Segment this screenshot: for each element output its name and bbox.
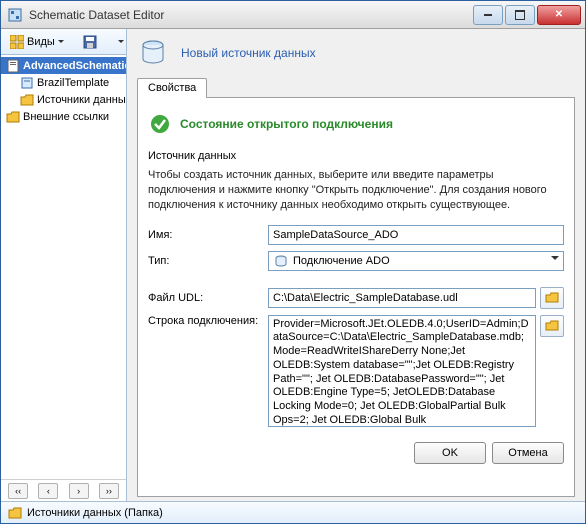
nav-prev-button[interactable]: ‹ (38, 483, 58, 499)
template-icon (19, 75, 35, 91)
database-icon (273, 253, 289, 269)
nav-first-button[interactable]: ‹‹ (8, 483, 28, 499)
sidebar-nav: ‹‹ ‹ › ›› (1, 479, 126, 501)
udl-input[interactable] (268, 288, 536, 308)
tree-item-root[interactable]: AdvancedSchematic (1, 57, 126, 74)
connection-status-row: Состояние открытого подключения (148, 112, 564, 136)
chevron-down-icon (58, 38, 65, 45)
connstr-row: Строка подключения: Provider=Microsoft.J… (148, 315, 564, 430)
chevron-down-icon (551, 256, 559, 264)
edit-connstr-button[interactable] (540, 315, 564, 337)
tree-item-label: AdvancedSchematic (23, 60, 126, 72)
dialog-buttons: OK Отмена (148, 442, 564, 464)
folder-icon (19, 92, 35, 108)
tab-strip: Свойства (137, 77, 575, 98)
folder-open-icon (545, 291, 559, 305)
chevron-down-icon (118, 38, 125, 45)
title-bar: Schematic Dataset Editor (1, 1, 585, 29)
tree-item-external-links[interactable]: Внешние ссылки (1, 108, 126, 125)
status-bar-text: Источники данных (Папка) (27, 507, 163, 519)
name-label: Имя: (148, 229, 268, 241)
browse-udl-button[interactable] (540, 287, 564, 309)
content-header: Новый источник данных (137, 37, 575, 69)
window-buttons (471, 5, 581, 25)
folder-icon (7, 505, 23, 521)
close-button[interactable] (537, 5, 581, 25)
type-value: Подключение ADO (293, 255, 390, 267)
nav-next-button[interactable]: › (69, 483, 89, 499)
maximize-button[interactable] (505, 5, 535, 25)
main-split: Виды AdvancedSchematic (1, 29, 585, 501)
app-window: Schematic Dataset Editor Виды (0, 0, 586, 524)
connection-status-text: Состояние открытого подключения (180, 117, 393, 131)
content-pane: Новый источник данных Свойства Состояние… (127, 29, 585, 501)
tree-item-template[interactable]: BrazilTemplate (1, 74, 126, 91)
views-label: Виды (27, 36, 55, 48)
help-text: Чтобы создать источник данных, выберите … (148, 168, 564, 213)
connstr-label: Строка подключения: (148, 315, 268, 327)
udl-label: Файл UDL: (148, 292, 268, 304)
status-bar: Источники данных (Папка) (1, 501, 585, 523)
type-row: Тип: Подключение ADO (148, 251, 564, 271)
folder-icon (5, 109, 21, 125)
window-title: Schematic Dataset Editor (29, 8, 471, 22)
tree-item-label: Источники данных (37, 94, 126, 106)
views-dropdown[interactable]: Виды (5, 31, 70, 53)
name-row: Имя: (148, 225, 564, 245)
minimize-button[interactable] (473, 5, 503, 25)
section-label: Источник данных (148, 150, 564, 162)
tree-item-datasources[interactable]: Источники данных (1, 91, 126, 108)
properties-panel: Состояние открытого подключения Источник… (137, 98, 575, 497)
app-icon (7, 7, 23, 23)
sidebar: Виды AdvancedSchematic (1, 29, 127, 501)
tab-properties[interactable]: Свойства (137, 78, 207, 98)
new-datasource-link[interactable]: Новый источник данных (181, 46, 316, 60)
save-button[interactable] (78, 31, 102, 53)
nav-last-button[interactable]: ›› (99, 483, 119, 499)
success-check-icon (148, 112, 172, 136)
ok-button[interactable]: OK (414, 442, 486, 464)
sidebar-toolbar: Виды (1, 29, 126, 55)
tree-item-label: BrazilTemplate (37, 77, 109, 89)
document-icon (5, 58, 21, 74)
udl-row: Файл UDL: (148, 287, 564, 309)
name-input[interactable] (268, 225, 564, 245)
cancel-button[interactable]: Отмена (492, 442, 564, 464)
type-combo[interactable]: Подключение ADO (268, 251, 564, 271)
type-label: Тип: (148, 255, 268, 267)
connstr-textarea[interactable]: Provider=Microsoft.JEt.OLEDB.4.0;UserID=… (268, 315, 536, 427)
folder-open-icon (545, 319, 559, 333)
tree-item-label: Внешние ссылки (23, 111, 109, 123)
dataset-tree: AdvancedSchematic BrazilTemplate Источни… (1, 55, 126, 479)
datasource-large-icon (137, 37, 169, 69)
